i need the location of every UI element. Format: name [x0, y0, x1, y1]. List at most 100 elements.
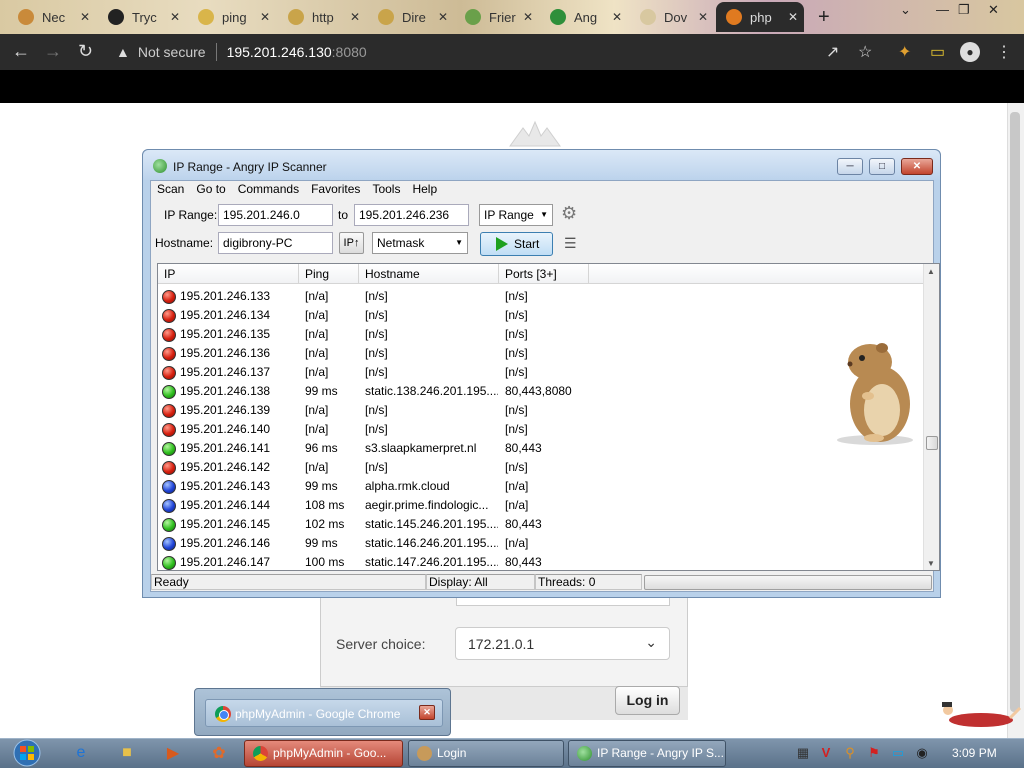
scroll-up-icon[interactable]: ▲: [927, 267, 935, 276]
warning-triangle-icon[interactable]: ▲: [116, 44, 130, 60]
scanner-minimize-button[interactable]: ─: [837, 158, 863, 175]
tray-monitor-icon[interactable]: ▭: [890, 745, 906, 761]
tab-close-icon[interactable]: ✕: [612, 10, 622, 24]
tab-close-icon[interactable]: ✕: [523, 10, 533, 24]
tab-close-icon[interactable]: ✕: [350, 10, 360, 24]
column-hostname[interactable]: Hostname: [359, 264, 499, 284]
scanner-titlebar[interactable]: IP Range - Angry IP Scanner ─ □ ✕: [143, 150, 940, 180]
result-row[interactable]: 195.201.246.138 99 ms static.138.246.201.1…: [158, 382, 923, 401]
menu-favorites[interactable]: Favorites: [305, 181, 366, 199]
tray-v-icon[interactable]: V: [818, 745, 834, 761]
media-player-icon[interactable]: ▶: [162, 742, 184, 764]
tray-flag-icon[interactable]: ⚑: [866, 745, 882, 761]
browser-tab[interactable]: Dov ✕: [630, 2, 714, 32]
result-row[interactable]: 195.201.246.145 102 ms static.145.246.201.…: [158, 515, 923, 534]
browser-tab[interactable]: Frier ✕: [455, 2, 539, 32]
bookmark-star-icon[interactable]: ☆: [858, 42, 872, 62]
result-row[interactable]: 195.201.246.142 [n/a] [n/s] [n/s]: [158, 458, 923, 477]
tab-search-icon[interactable]: ⌄: [900, 2, 911, 18]
taskbar-chrome-button[interactable]: phpMyAdmin - Goo...: [244, 740, 403, 767]
ip-end-input[interactable]: 195.201.246.236: [354, 204, 469, 226]
result-row[interactable]: 195.201.246.143 99 ms alpha.rmk.cloud [n/a]: [158, 477, 923, 496]
menu-tools[interactable]: Tools: [366, 181, 406, 199]
results-scrollbar-thumb[interactable]: [926, 436, 938, 450]
taskbar-login-button[interactable]: Login: [408, 740, 564, 767]
result-row[interactable]: 195.201.246.141 96 ms s3.slaapkamerpret.nl…: [158, 439, 923, 458]
tab-close-icon[interactable]: ✕: [438, 10, 448, 24]
tab-close-icon[interactable]: ✕: [80, 10, 90, 24]
ip-start-input[interactable]: 195.201.246.0: [218, 204, 333, 226]
columns-list-icon[interactable]: ☰: [564, 235, 577, 252]
share-icon[interactable]: ↗: [826, 42, 839, 62]
result-row[interactable]: 195.201.246.147 100 ms static.147.246.201.…: [158, 553, 923, 570]
window-close-icon[interactable]: ✕: [988, 2, 999, 18]
taskbar-scanner-button[interactable]: IP Range - Angry IP S...: [568, 740, 726, 767]
browser-tab[interactable]: Dire ✕: [368, 2, 454, 32]
scanner-close-button[interactable]: ✕: [901, 158, 933, 175]
feeder-select[interactable]: IP Range ▼: [479, 204, 553, 226]
browser-tab[interactable]: php ✕: [716, 2, 804, 32]
ip-up-button[interactable]: IP↑: [339, 232, 364, 254]
hostname-input[interactable]: digibrony-PC: [218, 232, 333, 254]
taskbar-clock[interactable]: 3:09 PM: [952, 746, 997, 760]
chrome-menu-icon[interactable]: ⋮: [996, 42, 1012, 62]
tab-close-icon[interactable]: ✕: [170, 10, 180, 24]
column-ping[interactable]: Ping: [299, 264, 359, 284]
server-choice-select[interactable]: 172.21.0.1 ⌄: [455, 627, 670, 660]
result-row[interactable]: 195.201.246.133 [n/a] [n/s] [n/s]: [158, 287, 923, 306]
extensions-puzzle-icon[interactable]: ✦: [898, 42, 911, 62]
column-ports[interactable]: Ports [3+]: [499, 264, 589, 284]
taskbar-preview-popup[interactable]: phpMyAdmin - Google Chrome ✕: [194, 688, 451, 736]
not-secure-label[interactable]: Not secure: [138, 44, 206, 60]
new-tab-button[interactable]: +: [818, 6, 830, 29]
result-row[interactable]: 195.201.246.136 [n/a] [n/s] [n/s]: [158, 344, 923, 363]
address-bar[interactable]: ▲ Not secure 195.201.246.130:8080: [110, 39, 850, 65]
page-scrollbar-thumb[interactable]: [1010, 112, 1020, 712]
reload-icon[interactable]: ↻: [78, 41, 93, 62]
back-arrow-icon[interactable]: ←: [12, 41, 30, 62]
browser-tab[interactable]: http ✕: [278, 2, 366, 32]
netmask-select[interactable]: Netmask ▼: [372, 232, 468, 254]
result-row[interactable]: 195.201.246.137 [n/a] [n/s] [n/s]: [158, 363, 923, 382]
tray-app-icon[interactable]: ▦: [795, 745, 811, 761]
scroll-down-icon[interactable]: ▼: [927, 559, 935, 568]
results-scrollbar[interactable]: ▲ ▼: [923, 264, 939, 570]
url-host[interactable]: 195.201.246.130: [227, 44, 332, 60]
cell-ping: 100 ms: [305, 555, 345, 569]
result-row[interactable]: 195.201.246.140 [n/a] [n/s] [n/s]: [158, 420, 923, 439]
menu-commands[interactable]: Commands: [232, 181, 305, 199]
url-port[interactable]: :8080: [332, 44, 367, 60]
start-button-icon[interactable]: [7, 739, 47, 767]
preview-close-button[interactable]: ✕: [419, 705, 435, 720]
tab-close-icon[interactable]: ✕: [260, 10, 270, 24]
column-ip[interactable]: IP: [158, 264, 299, 284]
tab-close-icon[interactable]: ✕: [698, 10, 708, 24]
scanner-maximize-button[interactable]: □: [869, 158, 895, 175]
result-row[interactable]: 195.201.246.146 99 ms static.146.246.201.1…: [158, 534, 923, 553]
internet-explorer-icon[interactable]: e: [70, 742, 92, 764]
side-panel-icon[interactable]: ▭: [930, 42, 945, 62]
login-button[interactable]: Log in: [615, 686, 680, 715]
browser-tab[interactable]: Ang ✕: [540, 2, 628, 32]
restore-icon[interactable]: ❐: [958, 2, 970, 18]
browser-tab[interactable]: Nec ✕: [8, 2, 96, 32]
start-button[interactable]: Start: [480, 232, 553, 256]
tray-volume-icon[interactable]: ◉: [914, 745, 930, 761]
menu-scan[interactable]: Scan: [151, 181, 190, 199]
app-pinned-icon[interactable]: ✿: [208, 742, 230, 764]
result-row[interactable]: 195.201.246.144 108 ms aegir.prime.findolo…: [158, 496, 923, 515]
browser-tab[interactable]: ping ✕: [188, 2, 276, 32]
minimize-icon[interactable]: —: [936, 2, 949, 17]
folder-icon[interactable]: ■: [116, 742, 138, 764]
gear-icon[interactable]: ⚙: [561, 203, 577, 224]
result-row[interactable]: 195.201.246.134 [n/a] [n/s] [n/s]: [158, 306, 923, 325]
browser-tab[interactable]: Tryc ✕: [98, 2, 186, 32]
tab-close-icon[interactable]: ✕: [788, 10, 798, 24]
result-row[interactable]: 195.201.246.139 [n/a] [n/s] [n/s]: [158, 401, 923, 420]
forward-arrow-icon[interactable]: →: [44, 41, 62, 62]
profile-avatar-icon[interactable]: ●: [960, 42, 980, 62]
menu-help[interactable]: Help: [406, 181, 443, 199]
result-row[interactable]: 195.201.246.135 [n/a] [n/s] [n/s]: [158, 325, 923, 344]
tray-search-icon[interactable]: ⚲: [842, 745, 858, 761]
menu-goto[interactable]: Go to: [190, 181, 231, 199]
